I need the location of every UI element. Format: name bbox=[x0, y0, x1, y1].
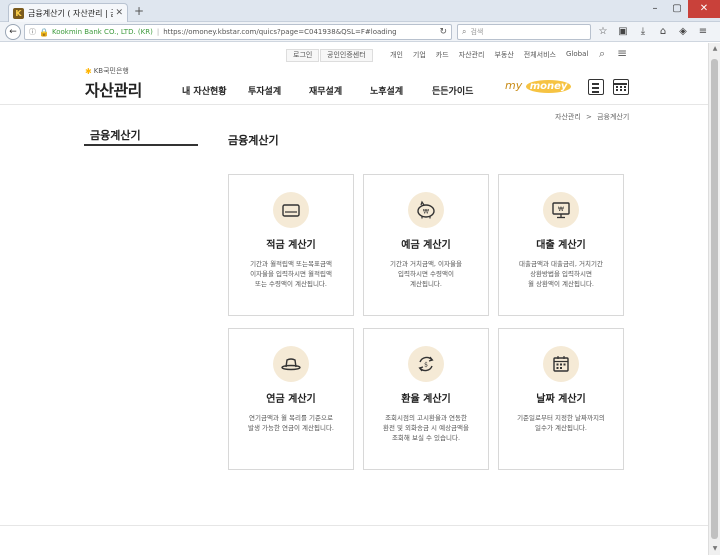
bookmark-star-icon[interactable]: ☆ bbox=[596, 25, 610, 39]
calendar-icon bbox=[543, 346, 579, 382]
nav-guide[interactable]: 든든가이드 bbox=[432, 84, 473, 97]
scroll-thumb[interactable] bbox=[711, 59, 718, 539]
card-title: 날짜 계산기 bbox=[536, 394, 586, 405]
clipboard-icon[interactable]: ▣ bbox=[616, 25, 630, 39]
site-search-icon[interactable]: ⌕ bbox=[599, 47, 605, 61]
lock-icon[interactable]: 🔒 bbox=[39, 28, 49, 37]
exchange-icon: $ bbox=[408, 346, 444, 382]
minimize-icon[interactable]: – bbox=[644, 0, 666, 18]
browser-tab[interactable]: K 금융계산기 ( 자산관리 | 금융 ✕ bbox=[8, 3, 128, 22]
mymoney-my: my bbox=[505, 79, 523, 92]
util-link-global[interactable]: Global bbox=[566, 50, 588, 60]
card-description: 기간과 거치금액, 이자율을 입력하시면 수령액이 계산됩니다. bbox=[390, 260, 462, 288]
utility-links: 개인 기업 카드 자산관리 부동산 전체서비스 Global bbox=[390, 50, 588, 60]
piggy-bank-icon: ₩ bbox=[408, 192, 444, 228]
site-menu-icon[interactable]: ≡ bbox=[617, 46, 627, 60]
card-title: 대출 계산기 bbox=[536, 240, 586, 251]
deposit-calculator-card[interactable]: ₩ 예금 계산기 기간과 거치금액, 이자율을 입력하시면 수령액이 계산됩니다… bbox=[363, 174, 489, 316]
new-tab-icon[interactable]: + bbox=[134, 4, 144, 18]
loan-calculator-card[interactable]: ₩ 대출 계산기 대출금액과 대출금리, 거치기간 상환방법을 입력하시면 월 … bbox=[498, 174, 624, 316]
browser-titlebar: K 금융계산기 ( 자산관리 | 금융 ✕ + – ▢ ✕ bbox=[0, 0, 720, 22]
kb-favicon-icon: K bbox=[13, 7, 24, 19]
nav-retirement[interactable]: 노후설계 bbox=[370, 84, 403, 97]
nav-investment[interactable]: 투자설계 bbox=[248, 84, 281, 97]
back-arrow-icon[interactable]: ← bbox=[5, 24, 21, 40]
card-description: 조회시점의 고시환율과 연동한 환전 및 외화송금 시 예상금액을 조회해 보실… bbox=[382, 414, 469, 442]
util-link-realestate[interactable]: 부동산 bbox=[494, 50, 513, 60]
window-controls: – ▢ ✕ bbox=[644, 0, 720, 18]
savings-calculator-card[interactable]: 적금 계산기 기간과 월적립액 또는목표금액 이자율을 입력하시면 월적립액 또… bbox=[228, 174, 354, 316]
util-link-all-services[interactable]: 전체서비스 bbox=[524, 50, 556, 60]
svg-text:$: $ bbox=[424, 362, 428, 369]
cert-center-button[interactable]: 공인인증센터 bbox=[320, 49, 373, 62]
svg-text:₩: ₩ bbox=[558, 206, 564, 213]
date-calculator-card[interactable]: 날짜 계산기 기준일로부터 지정한 날짜까지의 일수가 계산됩니다. bbox=[498, 328, 624, 470]
calculator-icon[interactable] bbox=[588, 79, 604, 95]
card-title: 예금 계산기 bbox=[401, 240, 451, 251]
download-icon[interactable]: ⤓ bbox=[636, 25, 650, 39]
card-description: 대출금액과 대출금리, 거치기간 상환방법을 입력하시면 월 상환액이 계산됩니… bbox=[519, 260, 603, 288]
utility-bar: 로그인 공인인증센터 개인 기업 카드 자산관리 부동산 전체서비스 Globa… bbox=[0, 46, 708, 63]
pension-calculator-card[interactable]: 연금 계산기 연기금액과 월 복리를 기준으로 발생 가능한 연금이 계산됩니다… bbox=[228, 328, 354, 470]
browser-navbar: ← ⓘ 🔒 Kookmin Bank CO., LTD. (KR) | http… bbox=[0, 22, 720, 42]
tab-title: 금융계산기 ( 자산관리 | 금융 bbox=[28, 8, 113, 18]
svg-text:₩: ₩ bbox=[423, 209, 429, 216]
browser-toolbar-icons: ☆ ▣ ⤓ ⌂ ◈ ≡ bbox=[596, 25, 710, 39]
hamburger-menu-icon[interactable]: ≡ bbox=[696, 25, 710, 39]
kb-logo[interactable]: ✱ KB국민은행 자산관리 bbox=[85, 66, 142, 101]
site-identity[interactable]: Kookmin Bank CO., LTD. (KR) bbox=[52, 28, 153, 36]
home-icon[interactable]: ⌂ bbox=[656, 25, 670, 39]
card-title: 환율 계산기 bbox=[401, 394, 451, 405]
header-divider bbox=[0, 104, 708, 105]
mymoney-money: money bbox=[525, 80, 572, 93]
tab-close-icon[interactable]: ✕ bbox=[115, 8, 123, 18]
util-link-card[interactable]: 카드 bbox=[436, 50, 449, 60]
card-description: 기준일로부터 지정한 날짜까지의 일수가 계산됩니다. bbox=[517, 414, 605, 432]
mymoney-logo[interactable]: my money bbox=[505, 79, 572, 93]
card-description: 기간과 월적립액 또는목표금액 이자율을 입력하시면 월적립액 또는 수령액이 … bbox=[250, 260, 332, 288]
address-bar[interactable]: ⓘ 🔒 Kookmin Bank CO., LTD. (KR) | https:… bbox=[24, 24, 452, 40]
card-description: 연기금액과 월 복리를 기준으로 발생 가능한 연금이 계산됩니다. bbox=[247, 414, 334, 432]
search-placeholder: 검색 bbox=[470, 28, 484, 36]
nav-financial-plan[interactable]: 재무설계 bbox=[309, 84, 342, 97]
page-title: 금융계산기 bbox=[228, 134, 279, 147]
monitor-won-icon: ₩ bbox=[543, 192, 579, 228]
passbook-icon bbox=[273, 192, 309, 228]
kb-star-icon: ✱ bbox=[85, 66, 92, 76]
hat-icon bbox=[273, 346, 309, 382]
bank-name: KB국민은행 bbox=[93, 67, 129, 75]
breadcrumb-current: 금융계산기 bbox=[597, 113, 630, 121]
url-separator: | bbox=[156, 28, 160, 36]
scroll-up-icon[interactable]: ▲ bbox=[709, 43, 720, 55]
site-title: 자산관리 bbox=[85, 81, 142, 100]
card-title: 연금 계산기 bbox=[266, 394, 316, 405]
util-link-corporate[interactable]: 기업 bbox=[413, 50, 426, 60]
login-button[interactable]: 로그인 bbox=[286, 49, 320, 62]
maximize-icon[interactable]: ▢ bbox=[666, 0, 688, 18]
page-content: 로그인 공인인증센터 개인 기업 카드 자산관리 부동산 전체서비스 Globa… bbox=[0, 43, 708, 555]
breadcrumb-root[interactable]: 자산관리 bbox=[555, 113, 581, 121]
util-link-asset[interactable]: 자산관리 bbox=[459, 50, 485, 60]
sidebar-title-underline bbox=[84, 144, 198, 146]
card-title: 적금 계산기 bbox=[266, 240, 316, 251]
info-icon[interactable]: ⓘ bbox=[29, 27, 36, 37]
scroll-down-icon[interactable]: ▼ bbox=[709, 543, 720, 555]
search-icon: ⌕ bbox=[462, 27, 467, 36]
browser-search-input[interactable]: ⌕ 검색 bbox=[457, 24, 591, 40]
nav-my-assets[interactable]: 내 자산현황 bbox=[182, 84, 227, 97]
breadcrumb: 자산관리 > 금융계산기 bbox=[555, 112, 629, 122]
pocket-icon[interactable]: ◈ bbox=[676, 25, 690, 39]
util-link-personal[interactable]: 개인 bbox=[390, 50, 403, 60]
exchange-calculator-card[interactable]: $ 환율 계산기 조회시점의 고시환율과 연동한 환전 및 외화송금 시 예상금… bbox=[363, 328, 489, 470]
reload-icon[interactable]: ↻ bbox=[439, 27, 447, 37]
window-close-icon[interactable]: ✕ bbox=[688, 0, 720, 18]
schedule-calendar-icon[interactable] bbox=[613, 79, 629, 95]
vertical-scrollbar[interactable]: ▲ ▼ bbox=[708, 43, 720, 555]
bank-brand: ✱ KB국민은행 bbox=[85, 66, 142, 76]
footer-divider bbox=[0, 525, 708, 526]
url-text[interactable]: https://omoney.kbstar.com/quics?page=C04… bbox=[163, 28, 436, 36]
breadcrumb-arrow: > bbox=[586, 113, 592, 121]
sidebar-title[interactable]: 금융계산기 bbox=[90, 127, 141, 143]
